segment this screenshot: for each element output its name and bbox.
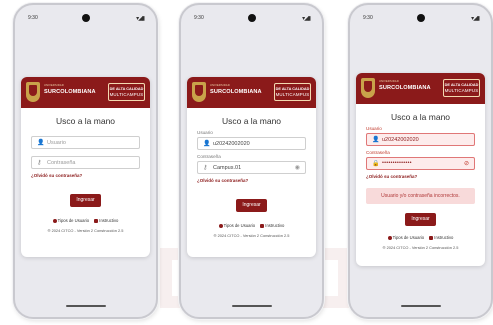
quality-badge: DE ALTA CALIDAD MULTICAMPUS <box>443 79 480 97</box>
lock-icon: 🔒 <box>372 161 380 167</box>
user-icon: 👤 <box>37 140 45 146</box>
help-links: Tipos de Usuario Instructivo <box>356 235 485 240</box>
username-placeholder: Usuario <box>47 140 66 146</box>
document-icon <box>260 223 265 228</box>
password-value: •••••••••••••• <box>382 160 412 166</box>
login-card: UNIVERSIDAD SURCOLOMBIANA DE ALTA CALIDA… <box>21 77 150 257</box>
university-banner: UNIVERSIDAD SURCOLOMBIANA DE ALTA CALIDA… <box>21 77 150 108</box>
brand-sub: UNIVERSIDAD <box>44 84 64 87</box>
shield-logo-icon <box>361 78 375 98</box>
brand-name: SURCOLOMBIANA <box>379 85 431 91</box>
user-icon: 👤 <box>372 137 380 143</box>
brand-name: SURCOLOMBIANA <box>210 89 262 95</box>
instructions-link[interactable]: Instructivo <box>94 218 118 223</box>
university-banner: UNIVERSIDAD SURCOLOMBIANA DE ALTA CALIDA… <box>356 73 485 104</box>
shield-logo-icon <box>26 82 40 102</box>
app-title: Usco a la mano <box>55 116 116 126</box>
document-icon <box>94 218 99 223</box>
instructions-link[interactable]: Instructivo <box>429 235 453 240</box>
key-icon: ⚷ <box>203 165 208 171</box>
forgot-password-link[interactable]: ¿Olvidó su contraseña? <box>197 178 316 183</box>
status-time: 9:30 <box>363 15 373 21</box>
key-icon: ⚷ <box>37 160 42 166</box>
username-label: Usuario <box>197 130 213 135</box>
phone-empty-login: 9:30 ▾◢▮ UNIVERSIDAD SURCOLOMBIANA DE AL… <box>13 3 158 319</box>
login-button[interactable]: Ingresar <box>405 213 436 226</box>
password-input[interactable]: ⚷ Contraseña <box>31 156 140 169</box>
camera-cutout <box>81 14 90 22</box>
info-icon <box>387 235 392 240</box>
login-button[interactable]: Ingresar <box>236 199 267 212</box>
brand-sub: UNIVERSIDAD <box>210 84 230 87</box>
university-banner: UNIVERSIDAD SURCOLOMBIANA DE ALTA CALIDA… <box>187 77 316 108</box>
error-alert: Usuario y/o contraseña incorrectos. <box>366 188 475 204</box>
signal-battery-icon: ▾◢▮ <box>136 16 145 22</box>
password-placeholder: Contraseña <box>47 160 76 166</box>
password-input[interactable]: 🔒 •••••••••••••• ⊘ <box>366 157 475 170</box>
document-icon <box>429 235 434 240</box>
quality-badge: DE ALTA CALIDAD MULTICAMPUS <box>274 83 311 101</box>
brand-sub: UNIVERSIDAD <box>379 80 399 83</box>
username-value: u20242002020 <box>382 137 419 143</box>
user-icon: 👤 <box>203 141 211 147</box>
login-card: UNIVERSIDAD SURCOLOMBIANA DE ALTA CALIDA… <box>187 77 316 257</box>
footer-copyright: ® 2024 CITCO - Versión 2 Construcción 2.… <box>213 233 290 238</box>
home-indicator[interactable] <box>231 305 272 307</box>
status-bar: 9:30 ▾◢▮ <box>15 14 156 24</box>
shield-logo-icon <box>192 82 206 102</box>
app-title: Usco a la mano <box>221 116 282 126</box>
home-indicator[interactable] <box>400 305 441 307</box>
signal-battery-icon: ▾◢▮ <box>302 16 311 22</box>
badge-line2: MULTICAMPUS <box>444 88 479 93</box>
home-indicator[interactable] <box>65 305 106 307</box>
phone-error-login: 9:30 ▾◢▮ UNIVERSIDAD SURCOLOMBIANA DE AL… <box>348 3 493 319</box>
signal-battery-icon: ▾◢▮ <box>471 16 480 22</box>
app-title: Usco a la mano <box>390 112 451 122</box>
footer-copyright: ® 2024 CITCO - Versión 2 Construcción 2.… <box>47 228 124 233</box>
password-label: Contraseña <box>197 154 221 159</box>
username-input[interactable]: 👤 Usuario <box>31 136 140 149</box>
status-time: 9:30 <box>194 15 204 21</box>
username-input[interactable]: 👤 u20242002020 <box>366 133 475 146</box>
camera-cutout <box>416 14 425 22</box>
status-time: 9:30 <box>28 15 38 21</box>
phone-filled-login: 9:30 ▾◢▮ UNIVERSIDAD SURCOLOMBIANA DE AL… <box>179 3 324 319</box>
info-icon <box>52 218 57 223</box>
camera-cutout <box>247 14 256 22</box>
instructions-link[interactable]: Instructivo <box>260 223 284 228</box>
help-links: Tipos de Usuario Instructivo <box>21 218 150 223</box>
username-value: u20242002020 <box>213 141 250 147</box>
status-bar: 9:30 ▾◢▮ <box>350 14 491 24</box>
status-bar: 9:30 ▾◢▮ <box>181 14 322 24</box>
eye-icon[interactable]: ◉ <box>295 164 300 171</box>
footer-copyright: ® 2024 CITCO - Versión 2 Construcción 2.… <box>382 245 459 250</box>
help-links: Tipos de Usuario Instructivo <box>187 223 316 228</box>
user-types-link[interactable]: Tipos de Usuario <box>52 218 89 223</box>
forgot-password-link[interactable]: ¿Olvidó su contraseña? <box>31 173 150 178</box>
login-card: UNIVERSIDAD SURCOLOMBIANA DE ALTA CALIDA… <box>356 73 485 266</box>
username-label: Usuario <box>366 126 382 131</box>
login-button[interactable]: Ingresar <box>70 194 101 207</box>
password-input[interactable]: ⚷ Campus.01 ◉ <box>197 161 306 174</box>
eye-off-icon[interactable]: ⊘ <box>464 160 469 167</box>
user-types-link[interactable]: Tipos de Usuario <box>387 235 424 240</box>
user-types-link[interactable]: Tipos de Usuario <box>218 223 255 228</box>
username-input[interactable]: 👤 u20242002020 <box>197 137 306 150</box>
quality-badge: DE ALTA CALIDAD MULTICAMPUS <box>108 83 145 101</box>
badge-line2: MULTICAMPUS <box>109 92 144 97</box>
password-value: Campus.01 <box>213 165 242 171</box>
forgot-password-link[interactable]: ¿Olvidó su contraseña? <box>366 174 485 179</box>
password-label: Contraseña <box>366 150 390 155</box>
badge-line2: MULTICAMPUS <box>275 92 310 97</box>
info-icon <box>218 223 223 228</box>
brand-name: SURCOLOMBIANA <box>44 89 96 95</box>
